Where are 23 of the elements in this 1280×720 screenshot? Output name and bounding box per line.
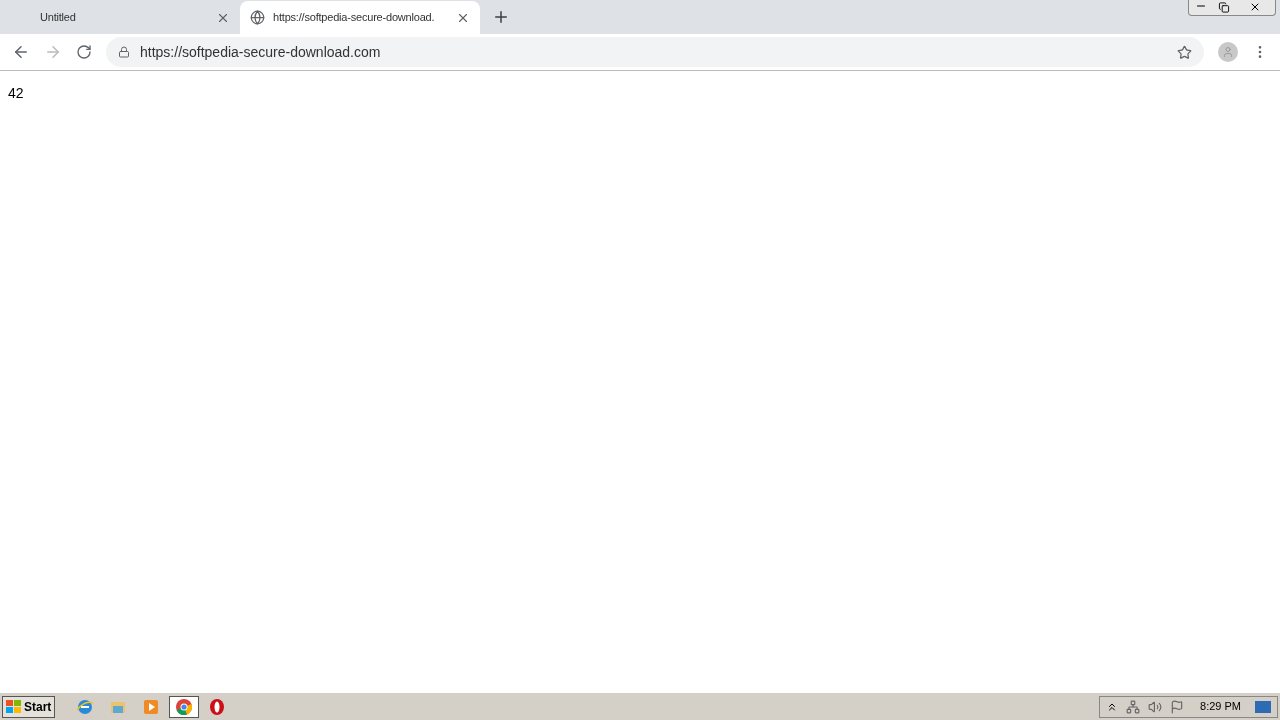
reload-icon[interactable] xyxy=(76,44,92,60)
speaker-icon[interactable] xyxy=(1148,699,1163,714)
lock-icon xyxy=(118,46,130,58)
flag-icon[interactable] xyxy=(1170,699,1185,714)
tab-title: Untitled xyxy=(40,10,77,26)
profile-avatar[interactable] xyxy=(1218,42,1238,62)
bookmark-star-icon[interactable] xyxy=(1177,44,1192,60)
clock: 8:29 PM xyxy=(1200,699,1241,715)
new-tab-icon[interactable] xyxy=(492,8,510,26)
browser-tab[interactable]: Untitled xyxy=(0,1,240,34)
page-text: 42 xyxy=(8,85,24,101)
address-bar[interactable]: https://softpedia-secure-download.com xyxy=(106,37,1204,67)
browser-e-icon[interactable] xyxy=(76,697,95,716)
start-button[interactable]: Start xyxy=(2,695,56,718)
show-desktop-icon[interactable] xyxy=(1255,700,1271,713)
browser-tab[interactable]: https://softpedia-secure-download. xyxy=(240,1,480,34)
tab-title: https://softpedia-secure-download. xyxy=(273,10,436,26)
windows-logo-icon xyxy=(6,699,22,714)
opera-icon[interactable] xyxy=(208,697,227,716)
chrome-icon[interactable] xyxy=(175,697,194,716)
network-icon[interactable] xyxy=(1126,699,1141,714)
play-icon[interactable] xyxy=(142,697,161,716)
back-icon[interactable] xyxy=(12,43,30,61)
